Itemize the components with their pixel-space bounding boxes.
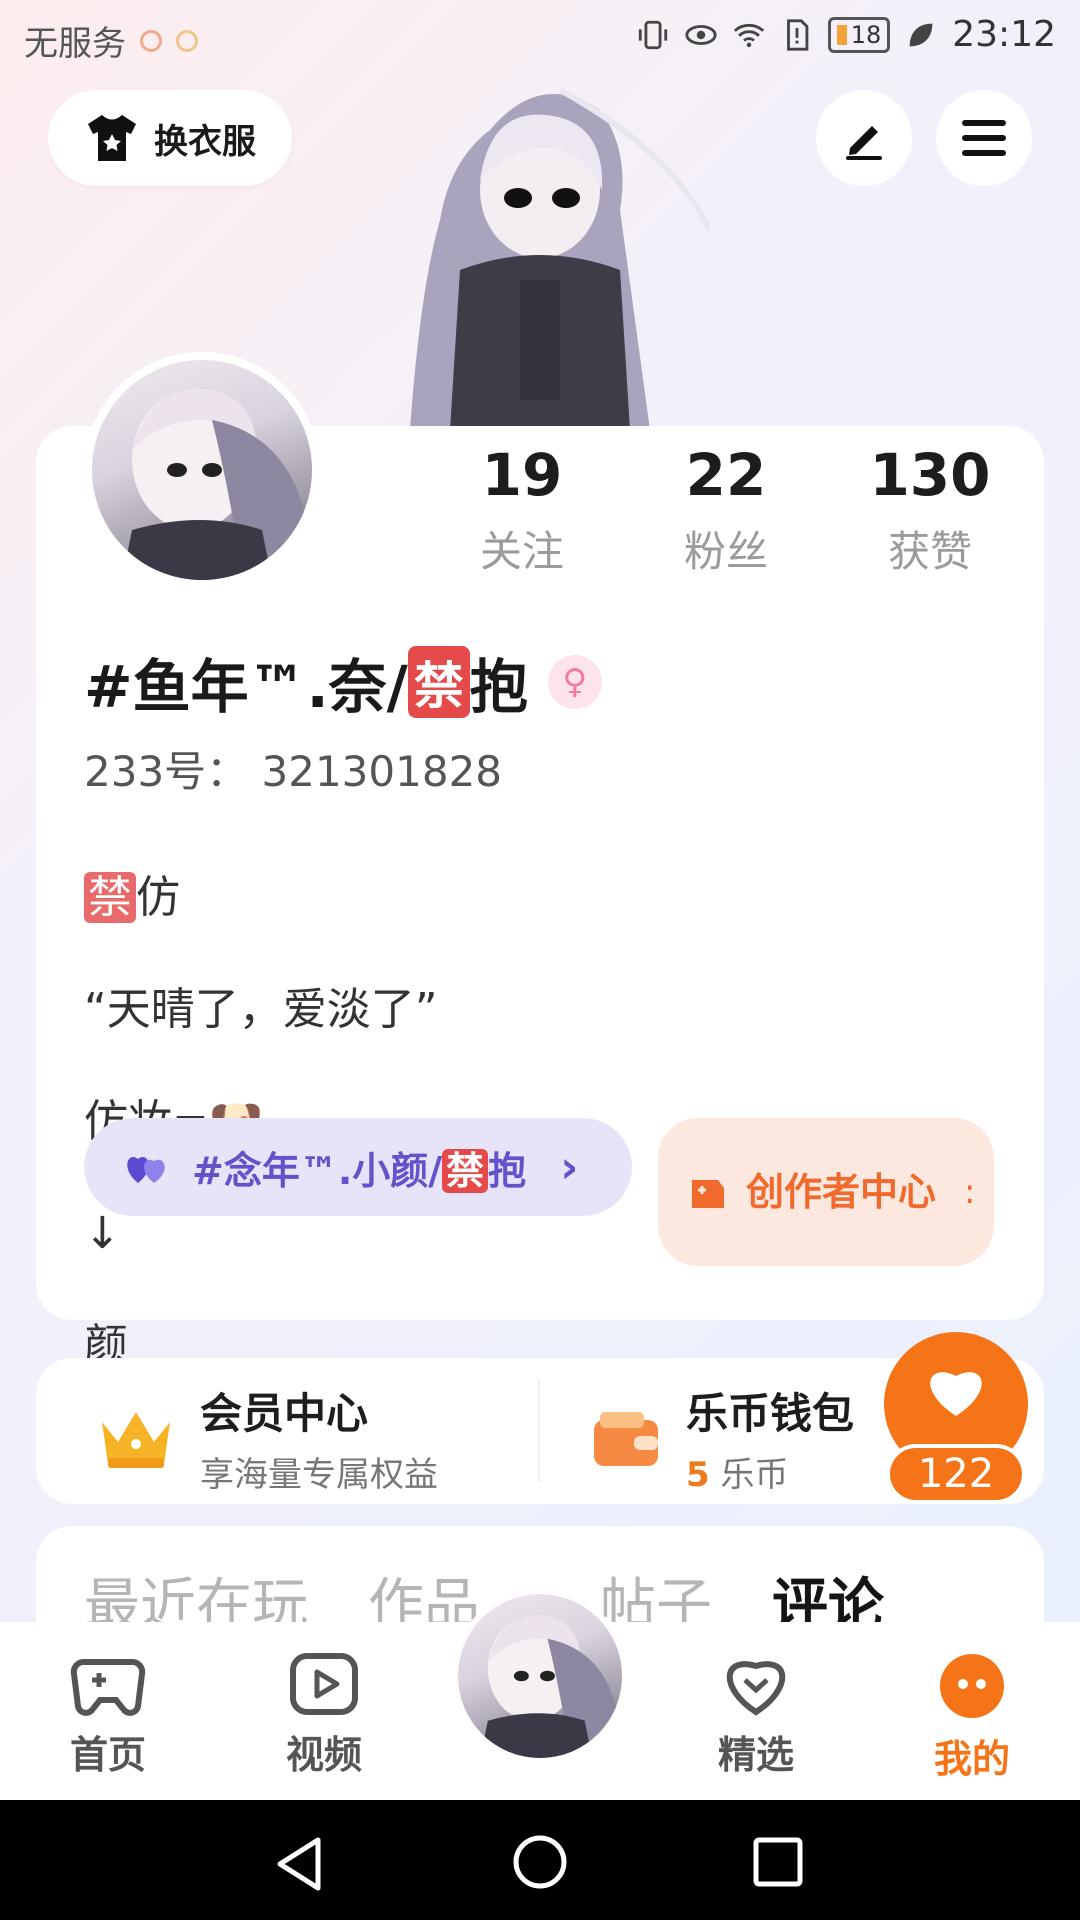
hamburger-icon — [962, 120, 1006, 156]
change-outfit-button[interactable]: 换衣服 — [48, 90, 292, 186]
tshirt-icon — [88, 115, 136, 161]
sim-alert-icon — [786, 18, 809, 51]
member-center-title: 会员中心 — [200, 1389, 369, 1438]
gamepad-icon — [692, 1180, 724, 1208]
group-suffix: 抱 — [488, 1148, 527, 1193]
leaf-icon — [909, 23, 933, 46]
creator-trail: : — [964, 1172, 976, 1212]
username: #鱼年™.奈/ 禁 抱 ♀ — [84, 640, 602, 724]
vibrate-icon — [638, 20, 667, 49]
member-center-button[interactable]: 会员中心 享海量专属权益 — [96, 1380, 438, 1496]
username-suffix: 抱 — [469, 653, 528, 721]
recents-icon[interactable] — [750, 1834, 806, 1890]
notification-icon — [140, 29, 162, 52]
avatar-portrait — [480, 1615, 622, 1758]
likes-count: 130 — [869, 441, 991, 509]
divider — [538, 1380, 540, 1482]
wallet-title: 乐币钱包 — [686, 1389, 855, 1438]
group-prefix: #念年™.小颜/ — [192, 1148, 443, 1193]
wallet-balance: 5 乐币 — [686, 1447, 854, 1496]
wallet-amount: 5 — [686, 1455, 710, 1495]
notification-icon — [176, 29, 198, 52]
profile-stats: 19 关注 22 粉丝 130 获赞 — [420, 440, 1032, 579]
edit-profile-button[interactable] — [816, 90, 912, 186]
likes-label: 获赞 — [887, 527, 972, 576]
following-label: 关注 — [479, 527, 564, 576]
gamepad-icon — [70, 1659, 146, 1716]
nav-video-label: 视频 — [285, 1733, 362, 1777]
crown-icon — [102, 1412, 170, 1468]
followers-label: 粉丝 — [683, 527, 768, 576]
following-stat[interactable]: 19 关注 — [420, 440, 624, 579]
chevron-right-icon: › — [560, 1141, 579, 1193]
bio-ban-badge: 禁 — [84, 872, 136, 923]
nav-home[interactable]: 首页 — [38, 1652, 178, 1779]
member-center-subtitle: 享海量专属权益 — [200, 1455, 438, 1495]
wallet-button[interactable]: 乐币钱包 5 乐币 — [590, 1380, 854, 1496]
play-icon — [290, 1653, 358, 1715]
carrier-text: 无服务 — [24, 24, 126, 64]
smiley-icon — [940, 1654, 1004, 1718]
nav-avatar-button[interactable] — [452, 1588, 628, 1764]
avatar-portrait — [122, 388, 312, 580]
status-right: 18 23:12 — [636, 14, 1056, 55]
nav-home-label: 首页 — [69, 1733, 146, 1777]
nav-featured-label: 精选 — [717, 1733, 794, 1777]
nav-video[interactable]: 视频 — [254, 1652, 394, 1779]
wallet-unit: 乐币 — [709, 1455, 789, 1495]
home-icon[interactable] — [510, 1832, 570, 1892]
nav-mine[interactable]: 我的 — [902, 1652, 1042, 1783]
pen-icon — [846, 126, 882, 160]
wallet-icon — [594, 1412, 658, 1466]
character-illustration — [410, 87, 713, 430]
character-avatar-3d[interactable] — [370, 70, 713, 430]
system-navigation-bar — [0, 1800, 1080, 1920]
nav-mine-label: 我的 — [933, 1737, 1010, 1781]
group-ban-badge: 禁 — [442, 1148, 489, 1193]
clock: 23:12 — [952, 14, 1056, 55]
followers-count: 22 — [685, 441, 767, 509]
group-label: #念年™.小颜/禁抱 — [192, 1140, 526, 1195]
hearts-icon — [127, 1157, 165, 1183]
username-prefix: #鱼年™.奈/ — [84, 653, 408, 721]
user-id: 233号： 321301828 — [84, 747, 503, 796]
following-count: 19 — [481, 441, 563, 509]
eye-icon — [685, 24, 717, 45]
profile-avatar[interactable] — [84, 352, 320, 588]
followers-stat[interactable]: 22 粉丝 — [624, 440, 828, 579]
creator-center-label: 创作者中心 — [746, 1170, 937, 1214]
wifi-icon — [733, 23, 764, 47]
group-link-button[interactable]: #念年™.小颜/禁抱 › — [84, 1118, 632, 1216]
battery-indicator: 18 — [827, 16, 891, 53]
ban-badge: 禁 — [407, 646, 470, 718]
back-icon[interactable] — [270, 1834, 330, 1894]
status-bar: 无服务 18 23:12 — [0, 0, 1080, 76]
likes-stat[interactable]: 130 获赞 — [828, 440, 1032, 579]
nav-featured[interactable]: 精选 — [686, 1652, 826, 1779]
menu-button[interactable] — [936, 90, 1032, 186]
creator-center-button[interactable]: 创作者中心 : — [658, 1118, 994, 1266]
like-count: 122 — [886, 1444, 1026, 1504]
heart-icon — [930, 1372, 982, 1416]
bio-line: “天晴了，爱淡了” — [84, 984, 438, 1035]
status-left: 无服务 — [24, 16, 198, 65]
bio-line: 仿 — [136, 872, 180, 923]
heart-badge-icon — [726, 1661, 786, 1716]
change-outfit-label: 换衣服 — [154, 121, 256, 162]
battery-level: 18 — [850, 20, 882, 49]
female-gender-icon: ♀ — [547, 655, 602, 709]
